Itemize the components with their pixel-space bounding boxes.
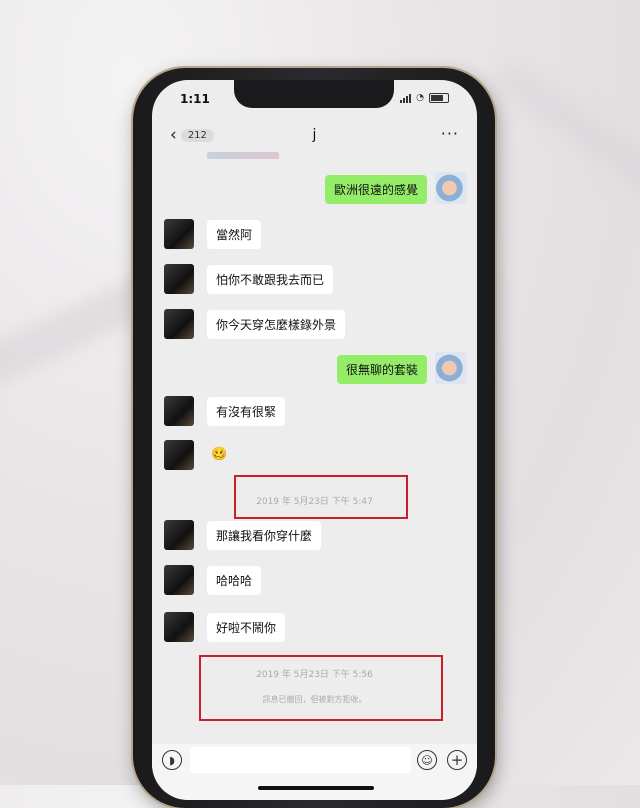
highlight-box-notice: [199, 655, 443, 721]
voice-input-icon[interactable]: ◗: [162, 750, 182, 770]
received-message-bubble[interactable]: 有沒有很緊: [207, 397, 286, 426]
received-message-bubble[interactable]: 當然阿: [207, 220, 262, 249]
sent-message-bubble[interactable]: 歐洲很遠的感覺: [324, 175, 427, 204]
message-row: 🥴: [152, 438, 477, 472]
my-avatar[interactable]: [435, 352, 467, 384]
message-row: 當然阿: [152, 217, 477, 251]
message-row: 怕你不敢跟我去而已: [152, 262, 477, 296]
contact-avatar[interactable]: [164, 565, 194, 595]
contact-avatar[interactable]: [164, 396, 194, 426]
message-input[interactable]: [190, 747, 411, 773]
my-avatar[interactable]: [435, 172, 467, 204]
battery-icon: [429, 93, 449, 103]
system-icons: ◔: [400, 93, 449, 103]
message-row: 哈哈哈: [152, 563, 477, 597]
previous-message-fragment: [207, 152, 279, 159]
chat-title: j: [312, 127, 317, 143]
home-indicator[interactable]: [258, 786, 374, 790]
contact-avatar[interactable]: [164, 264, 194, 294]
input-bar: ◗ ☺ +: [152, 744, 477, 800]
highlight-box-timestamp: [234, 475, 408, 519]
status-time: 1:11: [180, 92, 210, 106]
message-row: 你今天穿怎麼樣錄外景: [152, 307, 477, 341]
contact-avatar[interactable]: [164, 309, 194, 339]
plus-icon[interactable]: +: [447, 750, 467, 770]
sent-message-bubble[interactable]: 很無聊的套裝: [336, 355, 427, 384]
received-message-bubble[interactable]: 哈哈哈: [207, 566, 262, 595]
contact-avatar[interactable]: [164, 440, 194, 470]
message-row: 有沒有很緊: [152, 394, 477, 428]
emoji-icon[interactable]: ☺: [417, 750, 437, 770]
signal-icon: [400, 93, 412, 103]
received-emoji[interactable]: 🥴: [207, 441, 231, 468]
received-message-bubble[interactable]: 那讓我看你穿什麼: [207, 521, 322, 550]
contact-avatar[interactable]: [164, 520, 194, 550]
contact-avatar[interactable]: [164, 612, 194, 642]
received-message-bubble[interactable]: 怕你不敢跟我去而已: [207, 265, 334, 294]
received-message-bubble[interactable]: 你今天穿怎麼樣錄外景: [207, 310, 346, 339]
message-row: 歐洲很遠的感覺: [152, 172, 477, 206]
chat-header: ‹ 212 j ···: [152, 124, 477, 148]
background-vein: [491, 59, 640, 211]
status-bar: 1:11 ◔: [152, 88, 477, 108]
contact-avatar[interactable]: [164, 219, 194, 249]
message-row: 很無聊的套裝: [152, 352, 477, 386]
message-row: 那讓我看你穿什麼: [152, 518, 477, 552]
more-options-icon[interactable]: ···: [441, 124, 459, 143]
received-message-bubble[interactable]: 好啦不鬧你: [207, 613, 286, 642]
wifi-icon: ◔: [416, 93, 424, 103]
message-row: 好啦不鬧你: [152, 610, 477, 644]
